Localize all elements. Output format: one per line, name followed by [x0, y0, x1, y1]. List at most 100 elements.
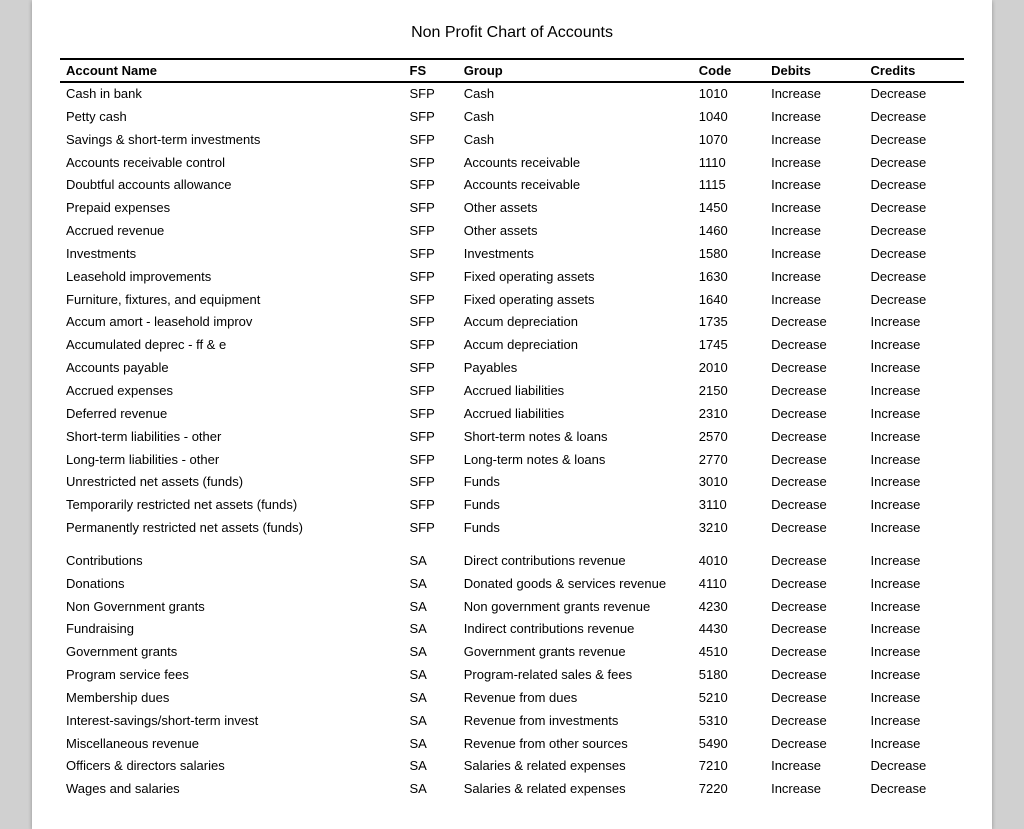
cell-debits: Decrease: [765, 664, 864, 687]
cell-debits: Increase: [765, 266, 864, 289]
table-row: Accounts receivable control SFP Accounts…: [60, 152, 964, 175]
cell-code: 1110: [693, 152, 765, 175]
cell-debits: Decrease: [765, 449, 864, 472]
cell-account-name: Membership dues: [60, 687, 404, 710]
cell-group: Accrued liabilities: [458, 403, 693, 426]
table-row: Petty cash SFP Cash 1040 Increase Decrea…: [60, 106, 964, 129]
cell-debits: Decrease: [765, 517, 864, 540]
cell-account-name: Permanently restricted net assets (funds…: [60, 517, 404, 540]
cell-group: Indirect contributions revenue: [458, 618, 693, 641]
cell-account-name: Program service fees: [60, 664, 404, 687]
cell-account-name: Cash in bank: [60, 82, 404, 106]
cell-code: 1070: [693, 129, 765, 152]
cell-fs: SFP: [404, 380, 458, 403]
cell-account-name: Contributions: [60, 550, 404, 573]
cell-group: Cash: [458, 82, 693, 106]
cell-fs: SA: [404, 687, 458, 710]
cell-fs: SFP: [404, 152, 458, 175]
cell-group: Cash: [458, 129, 693, 152]
cell-credits: Decrease: [865, 289, 964, 312]
cell-account-name: Long-term liabilities - other: [60, 449, 404, 472]
table-row: Unrestricted net assets (funds) SFP Fund…: [60, 471, 964, 494]
cell-account-name: Accrued expenses: [60, 380, 404, 403]
cell-credits: Increase: [865, 550, 964, 573]
cell-debits: Decrease: [765, 550, 864, 573]
table-row: Non Government grants SA Non government …: [60, 596, 964, 619]
cell-code: 2150: [693, 380, 765, 403]
table-row: Accum amort - leasehold improv SFP Accum…: [60, 311, 964, 334]
cell-fs: SA: [404, 573, 458, 596]
table-row: Officers & directors salaries SA Salarie…: [60, 755, 964, 778]
cell-fs: SFP: [404, 106, 458, 129]
table-row: Accounts payable SFP Payables 2010 Decre…: [60, 357, 964, 380]
table-row: Furniture, fixtures, and equipment SFP F…: [60, 289, 964, 312]
header-credits: Credits: [865, 59, 964, 82]
cell-account-name: Accounts receivable control: [60, 152, 404, 175]
cell-credits: Increase: [865, 403, 964, 426]
cell-credits: Decrease: [865, 220, 964, 243]
cell-code: 3210: [693, 517, 765, 540]
cell-fs: SFP: [404, 197, 458, 220]
cell-debits: Decrease: [765, 641, 864, 664]
cell-group: Government grants revenue: [458, 641, 693, 664]
cell-group: Fixed operating assets: [458, 289, 693, 312]
header-group: Group: [458, 59, 693, 82]
cell-group: Accrued liabilities: [458, 380, 693, 403]
table-row: Doubtful accounts allowance SFP Accounts…: [60, 174, 964, 197]
cell-account-name: Officers & directors salaries: [60, 755, 404, 778]
cell-group: Revenue from other sources: [458, 733, 693, 756]
table-row: Long-term liabilities - other SFP Long-t…: [60, 449, 964, 472]
cell-debits: Increase: [765, 152, 864, 175]
cell-debits: Decrease: [765, 494, 864, 517]
cell-debits: Increase: [765, 106, 864, 129]
cell-credits: Increase: [865, 618, 964, 641]
cell-debits: Decrease: [765, 471, 864, 494]
table-row: Government grants SA Government grants r…: [60, 641, 964, 664]
table-row: Temporarily restricted net assets (funds…: [60, 494, 964, 517]
cell-credits: Increase: [865, 664, 964, 687]
cell-fs: SFP: [404, 311, 458, 334]
cell-account-name: Doubtful accounts allowance: [60, 174, 404, 197]
cell-fs: SFP: [404, 334, 458, 357]
cell-debits: Increase: [765, 289, 864, 312]
cell-code: 3010: [693, 471, 765, 494]
cell-code: 4230: [693, 596, 765, 619]
cell-credits: Decrease: [865, 197, 964, 220]
cell-account-name: Non Government grants: [60, 596, 404, 619]
cell-credits: Increase: [865, 596, 964, 619]
cell-code: 3110: [693, 494, 765, 517]
table-row: Cash in bank SFP Cash 1010 Increase Decr…: [60, 82, 964, 106]
cell-group: Donated goods & services revenue: [458, 573, 693, 596]
cell-fs: SA: [404, 733, 458, 756]
cell-debits: Increase: [765, 82, 864, 106]
cell-code: 1460: [693, 220, 765, 243]
cell-code: 2310: [693, 403, 765, 426]
cell-debits: Increase: [765, 243, 864, 266]
cell-account-name: Miscellaneous revenue: [60, 733, 404, 756]
cell-group: Accounts receivable: [458, 152, 693, 175]
cell-fs: SFP: [404, 174, 458, 197]
cell-code: 1640: [693, 289, 765, 312]
cell-credits: Decrease: [865, 152, 964, 175]
cell-fs: SFP: [404, 517, 458, 540]
cell-credits: Increase: [865, 687, 964, 710]
cell-group: Long-term notes & loans: [458, 449, 693, 472]
cell-group: Other assets: [458, 197, 693, 220]
cell-group: Salaries & related expenses: [458, 755, 693, 778]
header-debits: Debits: [765, 59, 864, 82]
table-row: Prepaid expenses SFP Other assets 1450 I…: [60, 197, 964, 220]
cell-group: Other assets: [458, 220, 693, 243]
cell-code: 1450: [693, 197, 765, 220]
cell-fs: SFP: [404, 289, 458, 312]
cell-account-name: Accumulated deprec - ff & e: [60, 334, 404, 357]
cell-credits: Increase: [865, 641, 964, 664]
cell-group: Non government grants revenue: [458, 596, 693, 619]
accounts-table: Account Name FS Group Code Debits Credit…: [60, 58, 964, 801]
cell-code: 7220: [693, 778, 765, 801]
cell-group: Funds: [458, 494, 693, 517]
cell-debits: Increase: [765, 197, 864, 220]
cell-debits: Increase: [765, 755, 864, 778]
cell-fs: SFP: [404, 243, 458, 266]
cell-credits: Decrease: [865, 778, 964, 801]
cell-account-name: Investments: [60, 243, 404, 266]
